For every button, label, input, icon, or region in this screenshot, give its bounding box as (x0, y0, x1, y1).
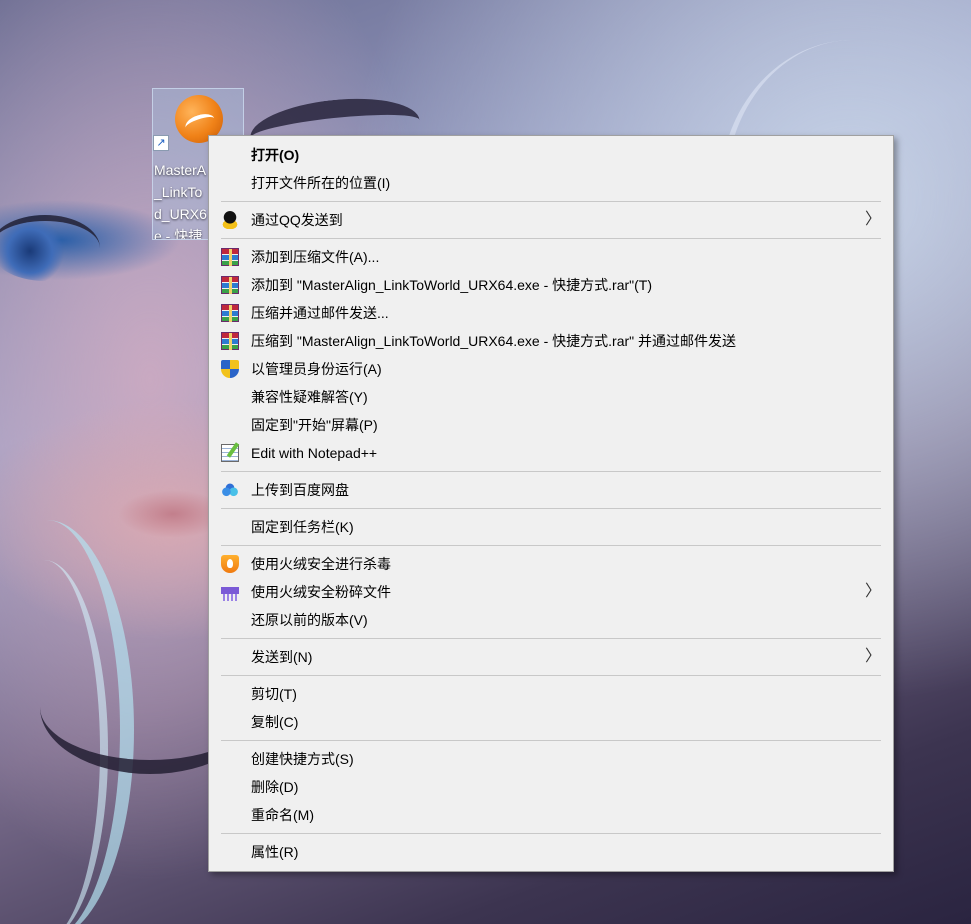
menu-separator (221, 238, 881, 239)
menu-item-label: 属性(R) (251, 844, 299, 860)
huorong-shield-icon (221, 555, 239, 573)
menu-item-label: Edit with Notepad++ (251, 445, 378, 461)
winrar-archive-icon (221, 304, 239, 322)
menu-item-open-location[interactable]: 打开文件所在的位置(I) (209, 169, 893, 197)
menu-item-label: 以管理员身份运行(A) (251, 361, 382, 377)
menu-item-label: 打开文件所在的位置(I) (251, 175, 391, 191)
menu-item-label: 固定到任务栏(K) (251, 519, 354, 535)
menu-item-label: 压缩并通过邮件发送... (251, 305, 389, 321)
menu-item-send-qq[interactable]: 通过QQ发送到 〉 (209, 206, 893, 234)
menu-separator (221, 545, 881, 546)
menu-item-label: 复制(C) (251, 714, 299, 730)
uac-shield-icon (221, 360, 239, 378)
menu-item-open[interactable]: 打开(O) (209, 141, 893, 169)
winrar-archive-icon (221, 332, 239, 350)
menu-item-compress-named-email[interactable]: 压缩到 "MasterAlign_LinkToWorld_URX64.exe -… (209, 327, 893, 355)
menu-item-cut[interactable]: 剪切(T) (209, 680, 893, 708)
menu-item-rename[interactable]: 重命名(M) (209, 801, 893, 829)
context-menu: 打开(O) 打开文件所在的位置(I) 通过QQ发送到 〉 添加到压缩文件(A).… (208, 135, 894, 872)
menu-item-add-to-named-rar[interactable]: 添加到 "MasterAlign_LinkToWorld_URX64.exe -… (209, 271, 893, 299)
wallpaper-eye (0, 215, 100, 281)
menu-item-label: 还原以前的版本(V) (251, 612, 368, 628)
menu-item-label: 打开(O) (251, 147, 300, 163)
menu-item-huorong-shred[interactable]: 使用火绒安全粉碎文件 〉 (209, 578, 893, 606)
menu-item-label: 删除(D) (251, 779, 299, 795)
menu-item-label: 使用火绒安全进行杀毒 (251, 556, 391, 572)
menu-separator (221, 638, 881, 639)
shredder-icon (221, 583, 239, 601)
menu-item-label: 添加到 "MasterAlign_LinkToWorld_URX64.exe -… (251, 277, 653, 293)
menu-item-label: 通过QQ发送到 (251, 212, 343, 228)
menu-item-label: 使用火绒安全粉碎文件 (251, 584, 391, 600)
menu-item-add-archive[interactable]: 添加到压缩文件(A)... (209, 243, 893, 271)
menu-item-label: 添加到压缩文件(A)... (251, 249, 380, 265)
menu-item-upload-baidu[interactable]: 上传到百度网盘 (209, 476, 893, 504)
menu-separator (221, 508, 881, 509)
menu-item-label: 发送到(N) (251, 649, 313, 665)
menu-separator (221, 833, 881, 834)
menu-item-send-to[interactable]: 发送到(N) 〉 (209, 643, 893, 671)
menu-item-label: 上传到百度网盘 (251, 482, 349, 498)
submenu-chevron-icon: 〉 (864, 583, 881, 600)
menu-item-properties[interactable]: 属性(R) (209, 838, 893, 866)
menu-separator (221, 675, 881, 676)
winrar-archive-icon (221, 248, 239, 266)
menu-item-label: 重命名(M) (251, 807, 314, 823)
qq-penguin-icon (221, 211, 239, 229)
baidu-netdisk-icon (221, 481, 239, 499)
menu-item-create-shortcut[interactable]: 创建快捷方式(S) (209, 745, 893, 773)
menu-item-delete[interactable]: 删除(D) (209, 773, 893, 801)
menu-item-label: 压缩到 "MasterAlign_LinkToWorld_URX64.exe -… (251, 333, 737, 349)
notepad-plus-plus-icon (221, 444, 239, 462)
menu-item-pin-start[interactable]: 固定到"开始"屏幕(P) (209, 411, 893, 439)
menu-item-restore-versions[interactable]: 还原以前的版本(V) (209, 606, 893, 634)
menu-item-label: 剪切(T) (251, 686, 297, 702)
menu-item-compat-troubleshoot[interactable]: 兼容性疑难解答(Y) (209, 383, 893, 411)
menu-item-run-as-admin[interactable]: 以管理员身份运行(A) (209, 355, 893, 383)
menu-item-label: 创建快捷方式(S) (251, 751, 354, 767)
menu-item-edit-notepad[interactable]: Edit with Notepad++ (209, 439, 893, 467)
winrar-archive-icon (221, 276, 239, 294)
menu-item-copy[interactable]: 复制(C) (209, 708, 893, 736)
menu-item-pin-taskbar[interactable]: 固定到任务栏(K) (209, 513, 893, 541)
menu-separator (221, 471, 881, 472)
menu-separator (221, 201, 881, 202)
menu-item-label: 兼容性疑难解答(Y) (251, 389, 368, 405)
menu-item-label: 固定到"开始"屏幕(P) (251, 417, 378, 433)
submenu-chevron-icon: 〉 (864, 211, 881, 228)
submenu-chevron-icon: 〉 (864, 648, 881, 665)
menu-separator (221, 740, 881, 741)
menu-item-huorong-scan[interactable]: 使用火绒安全进行杀毒 (209, 550, 893, 578)
shortcut-arrow-icon: ↗ (153, 135, 169, 151)
menu-item-compress-email[interactable]: 压缩并通过邮件发送... (209, 299, 893, 327)
